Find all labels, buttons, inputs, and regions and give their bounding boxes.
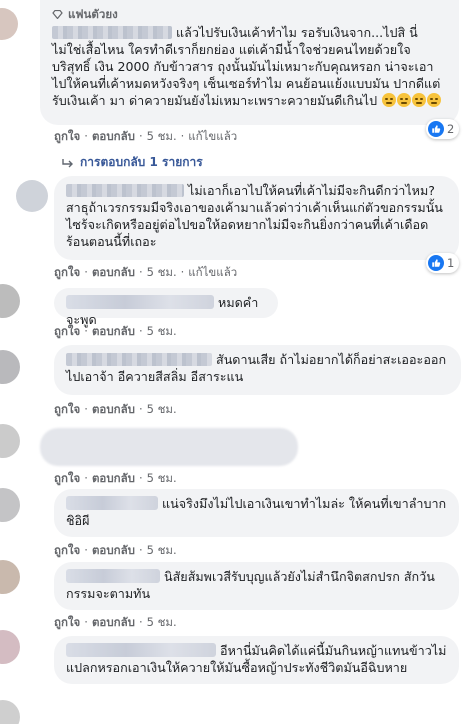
emoji-icon (397, 93, 412, 107)
emoji-icon (427, 93, 442, 107)
like-button[interactable]: ถูกใจ (54, 264, 80, 282)
fan-badge: แฟนตัวยง (52, 6, 447, 23)
commenter-name[interactable] (52, 26, 172, 39)
comment-bubble: สันดานเสีย ถ้าไม่อยากได้ก็อย่าสะเออะออกไ… (54, 345, 461, 395)
commenter-name[interactable] (66, 569, 160, 583)
reaction-count[interactable]: 2 (426, 119, 460, 139)
timestamp[interactable]: 5 ชม. (147, 614, 177, 632)
comment-bubble: ไม่เอาก็เอาไปให้คนที่เค้าไม่มีจะกินดีกว่… (54, 176, 459, 260)
comment-actions: ถูกใจ · ตอบกลับ · 5 ชม. · แก้ไขแล้ว (54, 264, 237, 282)
avatar[interactable] (0, 560, 20, 594)
comment-bubble (40, 428, 298, 466)
timestamp[interactable]: 5 ชม. (147, 542, 177, 560)
timestamp[interactable]: 5 ชม. (147, 323, 177, 341)
commenter-name[interactable] (66, 643, 216, 657)
commenter-name[interactable] (66, 295, 214, 309)
like-icon (428, 255, 444, 271)
like-icon (428, 121, 444, 137)
reply-arrow-icon (62, 158, 73, 167)
comment-bubble: หมดคำจะพูด (54, 288, 278, 327)
reply-button[interactable]: ตอบกลับ (92, 264, 135, 282)
reply-button[interactable]: ตอบกลับ (92, 614, 135, 632)
like-button[interactable]: ถูกใจ (54, 614, 80, 632)
reply-button[interactable]: ตอบกลับ (92, 323, 135, 341)
comment-bubble: นิสัยส้มพเวสีรับบุญแล้วยังไม่สำนึกจิตสกป… (54, 562, 459, 610)
reply-button[interactable]: ตอบกลับ (92, 470, 135, 488)
comment-bubble: อีหานี่มันคิดได้แค่นี้มันกินหญ้าแทนข้าวไ… (54, 636, 459, 684)
view-replies-link[interactable]: การตอบกลับ 1 รายการ (62, 153, 203, 172)
timestamp[interactable]: 5 ชม. (147, 264, 177, 282)
comment-bubble: แฟนตัวยง แล้วไปรับเงินเค้าทำไม รอรับเงิน… (40, 0, 459, 125)
comment-actions: ถูกใจ · ตอบกลับ · 5 ชม. · แก้ไขแล้ว (54, 128, 237, 146)
avatar[interactable] (0, 350, 20, 384)
timestamp[interactable]: 5 ชม. (147, 470, 177, 488)
diamond-icon (52, 10, 63, 19)
timestamp[interactable]: 5 ชม. (147, 401, 177, 419)
comment-actions: ถูกใจ · ตอบกลับ · 5 ชม. (54, 614, 177, 632)
comment-actions: ถูกใจ · ตอบกลับ · 5 ชม. (54, 401, 177, 419)
reply-button[interactable]: ตอบกลับ (92, 401, 135, 419)
comment-bubble: แน่จริงมึงไม่ไปเอาเงินเขาทำไมล่ะ ให้คนที… (54, 489, 459, 537)
like-button[interactable]: ถูกใจ (54, 401, 80, 419)
like-button[interactable]: ถูกใจ (54, 128, 80, 146)
emoji-icon (382, 93, 397, 107)
edited-label[interactable]: แก้ไขแล้ว (188, 264, 237, 282)
avatar[interactable] (0, 630, 20, 664)
comment-actions: ถูกใจ · ตอบกลับ · 5 ชม. (54, 323, 177, 341)
commenter-name[interactable] (66, 184, 184, 197)
avatar[interactable] (0, 8, 18, 40)
like-button[interactable]: ถูกใจ (54, 470, 80, 488)
avatar[interactable] (0, 488, 20, 522)
avatar[interactable] (0, 424, 20, 458)
emoji-icon (412, 93, 427, 107)
comment-actions: ถูกใจ · ตอบกลับ · 5 ชม. (54, 542, 177, 560)
reply-button[interactable]: ตอบกลับ (92, 128, 135, 146)
reply-button[interactable]: ตอบกลับ (92, 542, 135, 560)
avatar[interactable] (0, 284, 20, 318)
like-button[interactable]: ถูกใจ (54, 542, 80, 560)
badge-label: แฟนตัวยง (68, 7, 118, 21)
reaction-count[interactable]: 1 (426, 253, 460, 273)
like-button[interactable]: ถูกใจ (54, 323, 80, 341)
edited-label[interactable]: แก้ไขแล้ว (188, 128, 237, 146)
avatar[interactable] (0, 700, 20, 724)
timestamp[interactable]: 5 ชม. (147, 128, 177, 146)
commenter-name[interactable] (66, 496, 158, 510)
avatar[interactable] (16, 180, 48, 212)
comment-actions: ถูกใจ · ตอบกลับ · 5 ชม. (54, 470, 177, 488)
commenter-name[interactable] (66, 353, 212, 366)
